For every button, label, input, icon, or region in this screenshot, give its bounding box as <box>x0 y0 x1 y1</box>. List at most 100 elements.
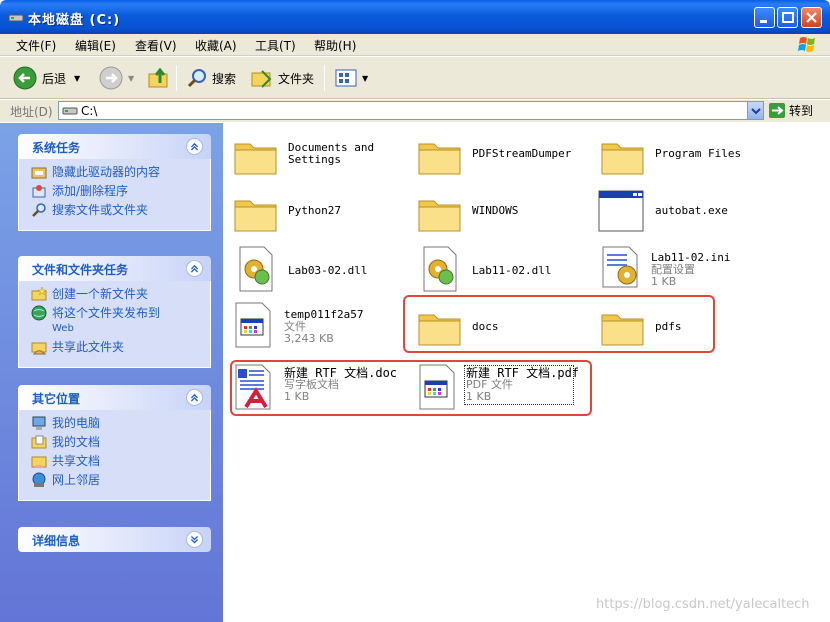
system-tasks-group: 系统任务 隐藏此驱动器的内容 添加/删除程序 搜索文件或文件夹 <box>18 134 211 231</box>
file-name: Documents and Settings <box>288 141 375 166</box>
file-folder-tasks-header[interactable]: 文件和文件夹任务 <box>18 256 211 281</box>
file-item-program-files[interactable]: Program Files <box>599 132 769 182</box>
address-bar: 地址(D) C:\ 转到 <box>0 100 830 122</box>
task-hide-drive-contents[interactable]: 隐藏此驱动器的内容 <box>31 165 210 180</box>
back-label: 后退 <box>42 71 67 86</box>
group-title: 文件和文件夹任务 <box>32 263 129 277</box>
views-dropdown-icon[interactable]: ▼ <box>362 74 368 83</box>
my-documents-icon <box>31 435 47 449</box>
address-dropdown[interactable] <box>747 102 763 119</box>
details-header[interactable]: 详细信息 <box>18 527 211 552</box>
globe-icon <box>31 305 47 321</box>
place-shared-documents[interactable]: 共享文档 <box>31 454 210 469</box>
chevron-down-icon <box>751 108 761 115</box>
go-button[interactable]: 转到 <box>768 102 813 119</box>
file-item-documents-settings[interactable]: Documents and Settings <box>232 132 402 182</box>
close-button[interactable] <box>801 7 822 28</box>
menu-tools[interactable]: 工具(T) <box>255 37 296 54</box>
place-my-documents[interactable]: 我的文档 <box>31 435 210 450</box>
expand-icon[interactable] <box>186 531 203 548</box>
system-tasks-header[interactable]: 系统任务 <box>18 134 211 159</box>
file-name: Program Files <box>655 147 742 160</box>
collapse-icon[interactable] <box>186 138 203 155</box>
task-search-files[interactable]: 搜索文件或文件夹 <box>31 203 210 218</box>
file-size: 1 KB <box>651 275 677 288</box>
task-label: 搜索文件或文件夹 <box>52 203 149 217</box>
menu-favorites[interactable]: 收藏(A) <box>195 37 237 54</box>
folders-button[interactable]: 文件夹 <box>250 65 314 91</box>
menu-edit[interactable]: 编辑(E) <box>75 37 116 54</box>
file-item-windows[interactable]: WINDOWS <box>416 189 586 239</box>
search-button[interactable]: 搜索 <box>186 65 236 91</box>
collapse-icon[interactable] <box>186 260 203 277</box>
address-value: C:\ <box>81 104 98 118</box>
new-folder-icon <box>31 286 47 301</box>
task-share-folder[interactable]: 共享此文件夹 <box>31 340 210 355</box>
menu-bar: 文件(F) 编辑(E) 查看(V) 收藏(A) 工具(T) 帮助(H) <box>0 34 830 56</box>
file-name: Python27 <box>288 204 341 217</box>
file-name: WINDOWS <box>472 204 519 217</box>
menu-help[interactable]: 帮助(H) <box>314 37 356 54</box>
up-button[interactable] <box>146 65 172 91</box>
file-item-lab03-02-dll[interactable]: Lab03-02.dll <box>232 245 402 295</box>
back-button[interactable]: 后退 ▼ <box>12 65 80 91</box>
task-new-folder[interactable]: 创建一个新文件夹 <box>31 286 210 302</box>
watermark: https://blog.csdn.net/yalecaltech <box>596 597 810 612</box>
task-label: 将这个文件夹发布到 <box>52 306 161 320</box>
folder-icon <box>418 200 461 232</box>
file-item-temp011f2a57[interactable]: temp011f2a57 文件 3,243 KB <box>232 301 402 351</box>
folders-icon <box>251 70 272 88</box>
file-item-python27[interactable]: Python27 <box>232 189 402 239</box>
my-computer-icon <box>32 416 46 430</box>
minimize-icon <box>760 20 767 23</box>
file-name: autobat.exe <box>655 204 728 217</box>
task-label: 创建一个新文件夹 <box>52 287 149 301</box>
file-item-lab11-02-dll[interactable]: Lab11-02.dll <box>416 245 586 295</box>
folder-icon <box>234 143 277 175</box>
address-label: 地址(D) <box>10 105 53 119</box>
search-icon <box>32 203 46 217</box>
place-label: 网上邻居 <box>52 473 101 487</box>
task-publish-web[interactable]: 将这个文件夹发布到 Web <box>31 305 210 336</box>
windows-logo-icon <box>798 37 815 52</box>
task-add-remove-programs[interactable]: 添加/删除程序 <box>31 184 210 199</box>
maximize-button[interactable] <box>777 7 798 28</box>
place-label: 我的文档 <box>52 435 101 449</box>
folders-label: 文件夹 <box>278 71 315 86</box>
toolbar-separator <box>176 65 177 91</box>
toolbar: 后退 ▼ ▼ 搜索 文件夹 ▼ <box>0 57 830 99</box>
minimize-button[interactable] <box>754 7 775 28</box>
details-group: 详细信息 <box>18 527 211 552</box>
file-folder-tasks-group: 文件和文件夹任务 创建一个新文件夹 将这个文件夹发布到 Web 共享此文件夹 <box>18 256 211 368</box>
task-pane: 系统任务 隐藏此驱动器的内容 添加/删除程序 搜索文件或文件夹 文件和文件夹任务 <box>0 123 223 622</box>
title-bar[interactable]: 本地磁盘 (C:) <box>0 0 830 34</box>
share-folder-icon <box>31 342 47 355</box>
collapse-icon[interactable] <box>186 389 203 406</box>
drive-icon <box>8 14 24 22</box>
forward-dropdown-icon[interactable]: ▼ <box>128 74 134 83</box>
views-button[interactable]: ▼ <box>334 65 368 91</box>
menu-file[interactable]: 文件(F) <box>16 37 56 54</box>
address-input[interactable]: C:\ <box>58 101 764 120</box>
other-places-header[interactable]: 其它位置 <box>18 385 211 410</box>
folder-icon <box>234 200 277 232</box>
generic-file-icon <box>235 302 271 348</box>
place-network[interactable]: 网上邻居 <box>31 472 210 488</box>
go-arrow-icon <box>769 103 785 118</box>
menu-view[interactable]: 查看(V) <box>135 37 177 54</box>
window-title: 本地磁盘 (C:) <box>28 13 121 28</box>
forward-button[interactable]: ▼ <box>98 65 134 91</box>
drive-icon <box>62 107 78 115</box>
forward-arrow-icon <box>99 66 123 90</box>
other-places-group: 其它位置 我的电脑 我的文档 共享文档 网上邻居 <box>18 385 211 501</box>
file-item-autobat-exe[interactable]: autobat.exe <box>597 187 767 237</box>
back-arrow-icon <box>13 66 37 90</box>
dll-gear-icon <box>423 246 457 292</box>
file-item-pdfstreamdumper[interactable]: PDFStreamDumper <box>416 132 586 182</box>
back-dropdown-icon[interactable]: ▼ <box>74 74 80 83</box>
folder-icon <box>418 143 461 175</box>
place-my-computer[interactable]: 我的电脑 <box>31 416 210 431</box>
file-item-lab11-02-ini[interactable]: Lab11-02.ini 配置设置 1 KB <box>599 243 769 293</box>
maximize-icon <box>782 12 794 23</box>
search-label: 搜索 <box>212 71 237 86</box>
